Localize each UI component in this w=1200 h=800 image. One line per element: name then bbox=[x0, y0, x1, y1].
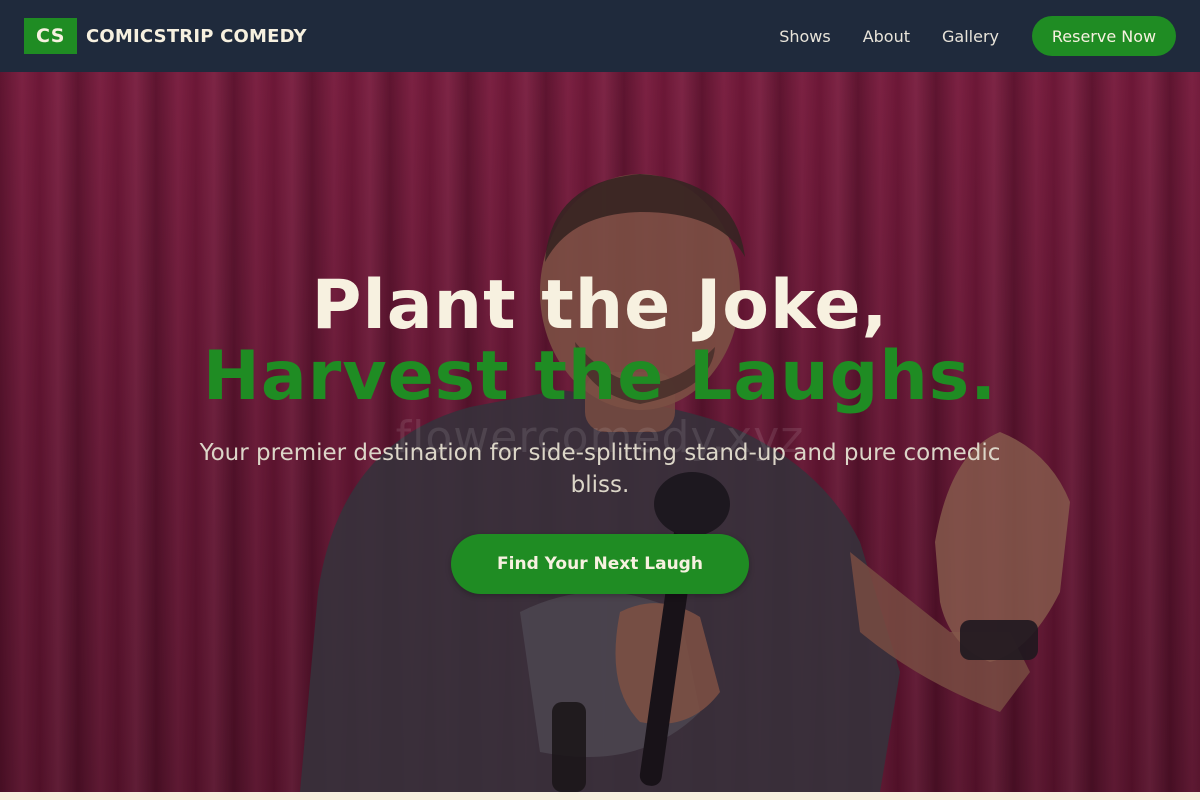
nav-link-about[interactable]: About bbox=[863, 27, 910, 46]
brand-logo[interactable]: CS bbox=[24, 18, 77, 54]
reserve-now-button[interactable]: Reserve Now bbox=[1032, 16, 1176, 56]
top-navbar: CS COMICSTRIP COMEDY Shows About Gallery… bbox=[0, 0, 1200, 72]
brand[interactable]: CS COMICSTRIP COMEDY bbox=[24, 18, 307, 54]
hero-headline-line2: Harvest the Laughs. bbox=[202, 337, 998, 416]
next-section-edge bbox=[0, 792, 1200, 800]
nav-link-shows[interactable]: Shows bbox=[779, 27, 831, 46]
hero-section: flowercomedy.xyz Plant the Joke, Harvest… bbox=[0, 72, 1200, 792]
find-next-laugh-button[interactable]: Find Your Next Laugh bbox=[451, 534, 749, 594]
main-nav: Shows About Gallery bbox=[779, 27, 999, 46]
nav-link-gallery[interactable]: Gallery bbox=[942, 27, 999, 46]
hero-headline-line1: Plant the Joke, bbox=[311, 266, 889, 345]
brand-name[interactable]: COMICSTRIP COMEDY bbox=[86, 26, 307, 47]
hero-subtitle: Your premier destination for side-splitt… bbox=[199, 440, 1001, 498]
